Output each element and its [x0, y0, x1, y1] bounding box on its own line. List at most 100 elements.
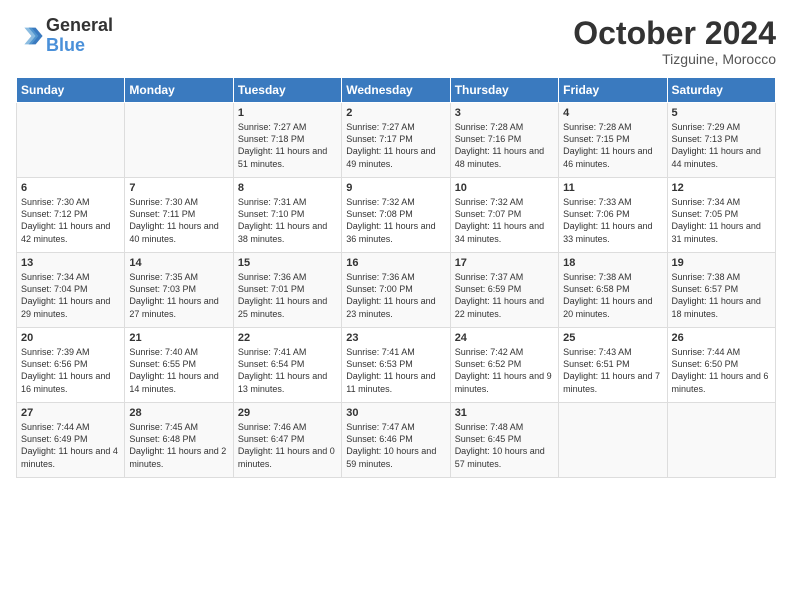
day-number: 12	[672, 182, 771, 194]
calendar-cell	[667, 403, 775, 478]
cell-text: Daylight: 11 hours and 14 minutes.	[129, 370, 228, 394]
cell-text: Sunrise: 7:38 AM	[563, 271, 662, 283]
cell-text: Sunset: 6:54 PM	[238, 358, 337, 370]
calendar-cell: 8 Sunrise: 7:31 AMSunset: 7:10 PMDaylight…	[233, 178, 341, 253]
day-number: 16	[346, 257, 445, 269]
cell-text: Daylight: 11 hours and 23 minutes.	[346, 295, 445, 319]
cell-text: Daylight: 10 hours and 57 minutes.	[455, 445, 554, 469]
day-number: 28	[129, 407, 228, 419]
cell-text: Daylight: 11 hours and 33 minutes.	[563, 220, 662, 244]
cell-text: Sunrise: 7:32 AM	[455, 196, 554, 208]
cell-text: Daylight: 11 hours and 6 minutes.	[672, 370, 771, 394]
calendar-cell: 4Sunrise: 7:28 AMSunset: 7:15 PMDaylight…	[559, 103, 667, 178]
calendar-cell: 19Sunrise: 7:38 AMSunset: 6:57 PMDayligh…	[667, 253, 775, 328]
cell-text: Sunrise: 7:29 AM	[672, 121, 771, 133]
cell-text: Sunrise: 7:31 AM	[238, 196, 337, 208]
cell-text: Sunrise: 7:30 AM	[129, 196, 228, 208]
day-number: 3	[455, 107, 554, 119]
calendar-cell: 6Sunrise: 7:30 AMSunset: 7:12 PMDaylight…	[17, 178, 125, 253]
day-number: 13	[21, 257, 120, 269]
cell-text: Sunrise: 7:45 AM	[129, 421, 228, 433]
cell-text: Sunset: 7:03 PM	[129, 283, 228, 295]
day-number: 8	[238, 182, 337, 194]
cell-text: Sunrise: 7:43 AM	[563, 346, 662, 358]
cell-text: Sunrise: 7:27 AM	[238, 121, 337, 133]
cell-text: Daylight: 11 hours and 49 minutes.	[346, 145, 445, 169]
cell-text: Sunset: 6:51 PM	[563, 358, 662, 370]
calendar-cell: 5Sunrise: 7:29 AMSunset: 7:13 PMDaylight…	[667, 103, 775, 178]
calendar-week-row: 13Sunrise: 7:34 AMSunset: 7:04 PMDayligh…	[17, 253, 776, 328]
calendar-cell: 17Sunrise: 7:37 AMSunset: 6:59 PMDayligh…	[450, 253, 558, 328]
calendar-cell: 24Sunrise: 7:42 AMSunset: 6:52 PMDayligh…	[450, 328, 558, 403]
cell-text: Daylight: 11 hours and 31 minutes.	[672, 220, 771, 244]
cell-text: Sunset: 7:18 PM	[238, 133, 337, 145]
cell-text: Daylight: 11 hours and 29 minutes.	[21, 295, 120, 319]
calendar-cell: 3Sunrise: 7:28 AMSunset: 7:16 PMDaylight…	[450, 103, 558, 178]
cell-text: Sunset: 6:56 PM	[21, 358, 120, 370]
day-number: 7	[129, 182, 228, 194]
cell-text: Sunrise: 7:44 AM	[672, 346, 771, 358]
calendar-cell: 23 Sunrise: 7:41 AMSunset: 6:53 PMDayligh…	[342, 328, 450, 403]
calendar-cell: 11Sunrise: 7:33 AMSunset: 7:06 PMDayligh…	[559, 178, 667, 253]
day-number: 29	[238, 407, 337, 419]
cell-text: Daylight: 11 hours and 7 minutes.	[563, 370, 662, 394]
calendar-cell: 28Sunrise: 7:45 AMSunset: 6:48 PMDayligh…	[125, 403, 233, 478]
day-number: 23	[346, 332, 445, 344]
cell-text: Daylight: 11 hours and 9 minutes.	[455, 370, 554, 394]
calendar-cell: 20Sunrise: 7:39 AMSunset: 6:56 PMDayligh…	[17, 328, 125, 403]
calendar-cell: 29Sunrise: 7:46 AMSunset: 6:47 PMDayligh…	[233, 403, 341, 478]
cell-text: Sunrise: 7:42 AM	[455, 346, 554, 358]
cell-text: Sunrise: 7:36 AM	[346, 271, 445, 283]
cell-text: Sunset: 6:52 PM	[455, 358, 554, 370]
page: General Blue October 2024 Tizguine, Moro…	[0, 0, 792, 612]
cell-text: Daylight: 11 hours and 20 minutes.	[563, 295, 662, 319]
cell-text: Sunset: 7:10 PM	[238, 208, 337, 220]
calendar-cell: 2Sunrise: 7:27 AMSunset: 7:17 PMDaylight…	[342, 103, 450, 178]
calendar-cell: 30Sunrise: 7:47 AMSunset: 6:46 PMDayligh…	[342, 403, 450, 478]
day-number: 6	[21, 182, 120, 194]
calendar-cell: 13Sunrise: 7:34 AMSunset: 7:04 PMDayligh…	[17, 253, 125, 328]
weekday-header: Sunday	[17, 78, 125, 103]
logo: General Blue	[16, 16, 113, 56]
calendar-cell: 16Sunrise: 7:36 AMSunset: 7:00 PMDayligh…	[342, 253, 450, 328]
calendar-cell	[17, 103, 125, 178]
cell-text: Sunrise: 7:41 AM	[238, 346, 337, 358]
weekday-header: Thursday	[450, 78, 558, 103]
logo-icon	[16, 22, 44, 50]
cell-text: Sunrise: 7:40 AM	[129, 346, 228, 358]
calendar-table: SundayMondayTuesdayWednesdayThursdayFrid…	[16, 77, 776, 478]
cell-text: Sunrise: 7:44 AM	[21, 421, 120, 433]
day-number: 26	[672, 332, 771, 344]
day-number: 2	[346, 107, 445, 119]
cell-text: Daylight: 11 hours and 18 minutes.	[672, 295, 771, 319]
cell-text: Sunset: 6:55 PM	[129, 358, 228, 370]
cell-text: Sunset: 7:17 PM	[346, 133, 445, 145]
day-number: 14	[129, 257, 228, 269]
cell-text: Sunrise: 7:41 AM	[346, 346, 445, 358]
cell-text: Sunset: 7:05 PM	[672, 208, 771, 220]
logo-line2: Blue	[46, 36, 113, 56]
calendar-cell: 14Sunrise: 7:35 AMSunset: 7:03 PMDayligh…	[125, 253, 233, 328]
cell-text: Sunset: 7:01 PM	[238, 283, 337, 295]
day-number: 10	[455, 182, 554, 194]
cell-text: Sunrise: 7:30 AM	[21, 196, 120, 208]
weekday-header: Monday	[125, 78, 233, 103]
day-number: 9	[346, 182, 445, 194]
calendar-cell: 15Sunrise: 7:36 AMSunset: 7:01 PMDayligh…	[233, 253, 341, 328]
location: Tizguine, Morocco	[573, 51, 776, 67]
weekday-header: Friday	[559, 78, 667, 103]
cell-text: Sunset: 6:53 PM	[346, 358, 445, 370]
cell-text: Daylight: 11 hours and 11 minutes.	[346, 370, 445, 394]
day-number: 25	[563, 332, 662, 344]
weekday-header: Tuesday	[233, 78, 341, 103]
cell-text: Daylight: 11 hours and 25 minutes.	[238, 295, 337, 319]
calendar-cell: 9Sunrise: 7:32 AMSunset: 7:08 PMDaylight…	[342, 178, 450, 253]
day-number: 11	[563, 182, 662, 194]
cell-text: Sunrise: 7:38 AM	[672, 271, 771, 283]
cell-text: Sunset: 6:59 PM	[455, 283, 554, 295]
cell-text: Sunset: 6:57 PM	[672, 283, 771, 295]
day-number: 20	[21, 332, 120, 344]
month-title: October 2024	[573, 16, 776, 51]
cell-text: Sunrise: 7:46 AM	[238, 421, 337, 433]
cell-text: Daylight: 11 hours and 38 minutes.	[238, 220, 337, 244]
